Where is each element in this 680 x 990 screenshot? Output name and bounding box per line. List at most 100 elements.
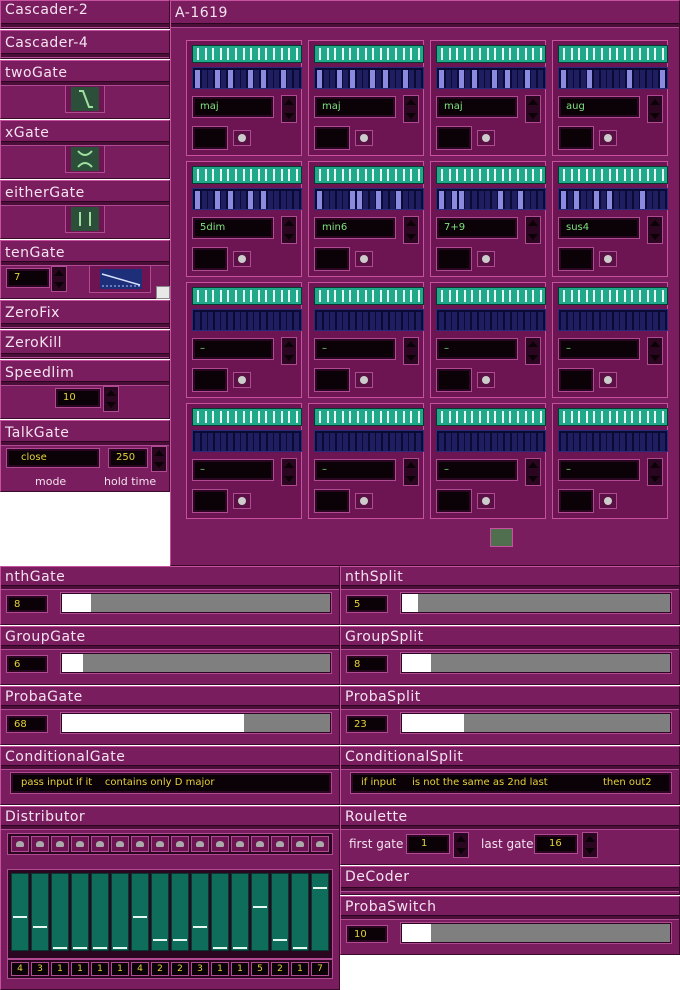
distributor-output-button[interactable] bbox=[51, 836, 69, 852]
tengate-value-display[interactable]: 7 bbox=[7, 269, 49, 287]
tengate-spinner[interactable] bbox=[51, 266, 67, 292]
distributor-slider[interactable] bbox=[91, 873, 109, 951]
distributor-slider[interactable] bbox=[31, 873, 49, 951]
chord-spinner[interactable] bbox=[647, 216, 663, 244]
probasplit-value-display[interactable]: 23 bbox=[347, 716, 387, 732]
piano-keyboard[interactable] bbox=[558, 166, 668, 184]
chord-spinner[interactable] bbox=[281, 337, 297, 365]
chord-spinner[interactable] bbox=[281, 216, 297, 244]
chord-name-display[interactable]: – bbox=[437, 339, 517, 359]
chord-name-display[interactable]: – bbox=[559, 339, 639, 359]
chord-name-display[interactable]: – bbox=[193, 460, 273, 480]
a1619-reset-button[interactable] bbox=[490, 528, 513, 547]
chord-trigger-button[interactable] bbox=[599, 130, 617, 146]
conditionalgate-display[interactable]: pass input if it contains only D major bbox=[11, 773, 331, 793]
chord-trigger-button[interactable] bbox=[355, 493, 373, 509]
distributor-slider[interactable] bbox=[271, 873, 289, 951]
groupgate-value-display[interactable]: 6 bbox=[7, 656, 47, 672]
note-grid[interactable] bbox=[192, 188, 302, 210]
chord-trigger-button[interactable] bbox=[233, 251, 251, 267]
chord-trigger-button[interactable] bbox=[233, 372, 251, 388]
eithergate-switch-icon[interactable] bbox=[65, 205, 105, 233]
piano-keyboard[interactable] bbox=[192, 45, 302, 63]
chord-trigger-button[interactable] bbox=[477, 130, 495, 146]
piano-keyboard[interactable] bbox=[314, 287, 424, 305]
distributor-output-button[interactable] bbox=[251, 836, 269, 852]
note-grid[interactable] bbox=[558, 188, 668, 210]
conditionalgate-clause-1[interactable]: pass input if it bbox=[21, 777, 92, 788]
piano-keyboard[interactable] bbox=[314, 408, 424, 426]
note-grid[interactable] bbox=[192, 67, 302, 89]
chord-spinner[interactable] bbox=[403, 337, 419, 365]
distributor-output-button[interactable] bbox=[111, 836, 129, 852]
chord-name-display[interactable]: – bbox=[437, 460, 517, 480]
distributor-output-button[interactable] bbox=[291, 836, 309, 852]
probagate-slider[interactable] bbox=[61, 713, 331, 733]
groupsplit-value-display[interactable]: 8 bbox=[347, 656, 387, 672]
piano-keyboard[interactable] bbox=[436, 45, 546, 63]
chord-trigger-button[interactable] bbox=[233, 493, 251, 509]
piano-keyboard[interactable] bbox=[436, 287, 546, 305]
talkgate-hold-display[interactable]: 250 bbox=[109, 449, 147, 467]
nthgate-value-display[interactable]: 8 bbox=[7, 596, 47, 612]
speedlim-value-display[interactable]: 10 bbox=[56, 389, 100, 407]
chord-name-display[interactable]: maj bbox=[437, 97, 517, 117]
note-grid[interactable] bbox=[436, 188, 546, 210]
conditionalgate-clause-2[interactable]: contains only D major bbox=[105, 777, 215, 788]
piano-keyboard[interactable] bbox=[436, 166, 546, 184]
piano-keyboard[interactable] bbox=[558, 287, 668, 305]
distributor-slider[interactable] bbox=[11, 873, 29, 951]
distributor-slider[interactable] bbox=[51, 873, 69, 951]
chord-trigger-button[interactable] bbox=[233, 130, 251, 146]
note-grid[interactable] bbox=[436, 309, 546, 331]
chord-trigger-button[interactable] bbox=[477, 493, 495, 509]
distributor-slider[interactable] bbox=[211, 873, 229, 951]
note-grid[interactable] bbox=[314, 309, 424, 331]
roulette-first-spinner[interactable] bbox=[453, 832, 469, 858]
chord-spinner[interactable] bbox=[647, 458, 663, 486]
note-grid[interactable] bbox=[314, 67, 424, 89]
chord-name-display[interactable]: 7+9 bbox=[437, 218, 517, 238]
chord-spinner[interactable] bbox=[525, 95, 541, 123]
distributor-slider[interactable] bbox=[291, 873, 309, 951]
chord-name-display[interactable]: aug bbox=[559, 97, 639, 117]
note-grid[interactable] bbox=[314, 430, 424, 452]
note-grid[interactable] bbox=[192, 430, 302, 452]
xgate-switch-icon[interactable] bbox=[65, 145, 105, 173]
nthgate-slider[interactable] bbox=[61, 593, 331, 613]
piano-keyboard[interactable] bbox=[558, 408, 668, 426]
chord-spinner[interactable] bbox=[403, 458, 419, 486]
chord-trigger-button[interactable] bbox=[477, 372, 495, 388]
note-grid[interactable] bbox=[558, 67, 668, 89]
chord-name-display[interactable]: min6 bbox=[315, 218, 395, 238]
chord-trigger-button[interactable] bbox=[599, 493, 617, 509]
distributor-output-button[interactable] bbox=[311, 836, 329, 852]
speedlim-spinner[interactable] bbox=[103, 386, 119, 412]
chord-spinner[interactable] bbox=[525, 216, 541, 244]
chord-spinner[interactable] bbox=[525, 337, 541, 365]
nthsplit-value-display[interactable]: 5 bbox=[347, 596, 387, 612]
distributor-output-button[interactable] bbox=[171, 836, 189, 852]
distributor-output-button[interactable] bbox=[131, 836, 149, 852]
piano-keyboard[interactable] bbox=[558, 45, 668, 63]
chord-spinner[interactable] bbox=[647, 337, 663, 365]
distributor-output-button[interactable] bbox=[191, 836, 209, 852]
talkgate-mode-display[interactable]: close bbox=[7, 449, 99, 467]
conditionalsplit-display[interactable]: if input is not the same as 2nd last the… bbox=[351, 773, 671, 793]
chord-name-display[interactable]: 5dim bbox=[193, 218, 273, 238]
chord-spinner[interactable] bbox=[281, 95, 297, 123]
distributor-output-button[interactable] bbox=[211, 836, 229, 852]
groupsplit-slider[interactable] bbox=[401, 653, 671, 673]
talkgate-hold-spinner[interactable] bbox=[151, 446, 167, 472]
note-grid[interactable] bbox=[314, 188, 424, 210]
roulette-last-spinner[interactable] bbox=[582, 832, 598, 858]
distributor-output-button[interactable] bbox=[71, 836, 89, 852]
conditionalsplit-clause-2[interactable]: is not the same as 2nd last bbox=[412, 777, 548, 788]
roulette-last-display[interactable]: 16 bbox=[535, 835, 577, 853]
note-grid[interactable] bbox=[558, 430, 668, 452]
chord-name-display[interactable]: – bbox=[315, 339, 395, 359]
piano-keyboard[interactable] bbox=[436, 408, 546, 426]
tengate-corner-button[interactable] bbox=[156, 286, 170, 299]
chord-spinner[interactable] bbox=[647, 95, 663, 123]
chord-trigger-button[interactable] bbox=[477, 251, 495, 267]
